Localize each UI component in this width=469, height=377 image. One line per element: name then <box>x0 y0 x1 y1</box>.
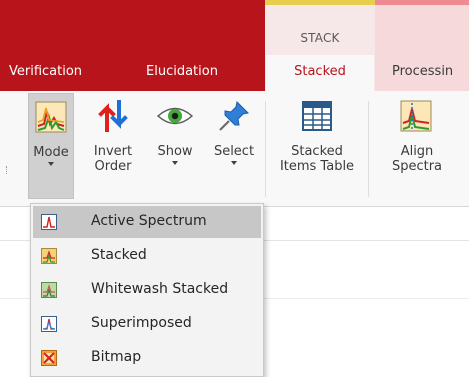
ribbon-tab-bar: STACK Verification Elucidation Stacked P… <box>0 0 469 92</box>
stacked-table-label-line2: Items Table <box>279 159 355 174</box>
bitmap-icon <box>41 350 57 366</box>
table-icon <box>276 99 358 137</box>
whitewash-stacked-icon <box>41 282 57 298</box>
spectrum-mode-icon <box>29 100 73 138</box>
context-group-label: STACK <box>300 31 340 45</box>
show-label: Show <box>157 144 193 159</box>
context-accent-bar <box>265 0 375 5</box>
menu-item-label: Whitewash Stacked <box>91 281 229 297</box>
menu-item-superimposed[interactable]: Superimposed <box>33 308 261 340</box>
align-spectra-icon <box>384 99 450 137</box>
chevron-down-icon <box>48 162 54 166</box>
active-spectrum-icon <box>41 214 57 230</box>
processing-accent-bar <box>375 0 469 5</box>
ribbon-group-divider <box>6 166 10 174</box>
menu-item-label: Active Spectrum <box>91 213 207 229</box>
show-button[interactable]: Show <box>150 95 200 165</box>
mode-dropdown-menu: Active Spectrum Stacked Whitewash Stacke… <box>30 203 264 377</box>
chevron-down-icon <box>172 161 178 165</box>
menu-item-bitmap[interactable]: Bitmap <box>33 342 261 374</box>
menu-item-label: Superimposed <box>91 315 192 331</box>
eye-icon <box>150 99 200 137</box>
pin-icon <box>207 99 261 137</box>
ribbon-separator <box>265 101 266 197</box>
select-label: Select <box>213 144 255 159</box>
mode-label: Mode <box>33 145 69 160</box>
tab-verification[interactable]: Verification <box>9 64 82 79</box>
tab-elucidation[interactable]: Elucidation <box>146 64 218 79</box>
menu-item-label: Stacked <box>91 247 147 263</box>
align-spectra-button[interactable]: Align Spectra <box>384 95 450 174</box>
stacked-items-table-button[interactable]: Stacked Items Table <box>276 95 358 174</box>
chevron-down-icon <box>231 161 237 165</box>
stacked-table-label-line1: Stacked <box>291 144 343 159</box>
align-label-line1: Align <box>400 144 434 159</box>
align-label-line2: Spectra <box>391 159 443 174</box>
stacked-items-table-label: Stacked Items Table <box>276 144 358 174</box>
invert-label-line1: Invert <box>93 144 133 159</box>
app-window: STACK Verification Elucidation Stacked P… <box>0 0 469 377</box>
stacked-icon <box>41 248 57 264</box>
align-spectra-label: Align Spectra <box>384 144 450 174</box>
menu-item-label: Bitmap <box>91 349 142 365</box>
menu-item-whitewash-stacked[interactable]: Whitewash Stacked <box>33 274 261 306</box>
select-button[interactable]: Select <box>207 95 261 165</box>
tab-processing[interactable]: Processin <box>392 64 453 79</box>
invert-order-label: Invert Order <box>90 144 136 174</box>
mode-button[interactable]: Mode <box>28 93 74 199</box>
superimposed-icon <box>41 316 57 332</box>
ribbon-panel: Mode Invert Order Show Select Stacked It… <box>0 91 469 207</box>
tab-stacked[interactable]: Stacked <box>266 55 374 92</box>
invert-label-line2: Order <box>94 159 132 174</box>
invert-arrows-icon <box>90 99 136 137</box>
menu-item-active-spectrum[interactable]: Active Spectrum <box>33 206 261 238</box>
invert-order-button[interactable]: Invert Order <box>90 95 136 174</box>
menu-item-stacked[interactable]: Stacked <box>33 240 261 272</box>
ribbon-separator <box>368 101 369 197</box>
